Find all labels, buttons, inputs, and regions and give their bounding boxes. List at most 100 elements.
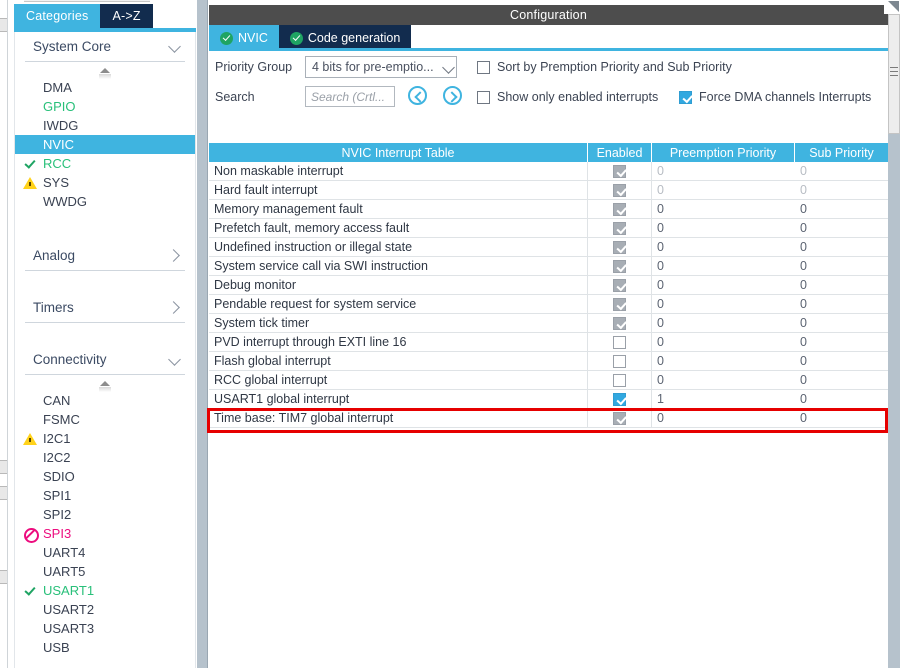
preemption-priority-cell[interactable]: 1: [652, 390, 795, 408]
sidebar-item-usart3[interactable]: USART3: [15, 619, 195, 638]
tree-group-header-connectivity[interactable]: Connectivity: [25, 345, 185, 375]
preemption-priority-cell[interactable]: 0: [652, 181, 795, 199]
table-row[interactable]: System service call via SWI instruction 0…: [209, 257, 888, 276]
table-row[interactable]: Prefetch fault, memory access fault 0 0: [209, 219, 888, 238]
peripheral-tree[interactable]: System Core DMA GPIO IWDG NVIC RCC SYS WWDG Anal…: [14, 32, 196, 668]
tree-group-header-system-core[interactable]: System Core: [25, 32, 185, 62]
table-row[interactable]: RCC global interrupt 0 0: [209, 371, 888, 390]
show-only-enabled-checkbox-row[interactable]: Show only enabled interrupts: [477, 90, 658, 104]
sub-priority-cell[interactable]: 0: [795, 162, 888, 180]
warning-triangle-icon: [23, 176, 37, 190]
enabled-checkbox[interactable]: [613, 354, 626, 368]
sub-priority-cell[interactable]: 0: [795, 314, 888, 332]
table-row[interactable]: Hard fault interrupt 0 0: [209, 181, 888, 200]
force-dma-checkbox[interactable]: [679, 90, 692, 104]
sub-priority-cell[interactable]: 0: [795, 181, 888, 199]
table-row[interactable]: Memory management fault 0 0: [209, 200, 888, 219]
sub-priority-cell[interactable]: 0: [795, 371, 888, 389]
sub-priority-cell[interactable]: 0: [795, 295, 888, 313]
preemption-priority-cell[interactable]: 0: [652, 238, 795, 256]
preemption-priority-cell[interactable]: 0: [652, 295, 795, 313]
vertical-scrollbar[interactable]: [888, 14, 900, 134]
table-column-header-nvic-interrupt-table[interactable]: NVIC Interrupt Table: [209, 143, 588, 162]
table-column-header-sub-priority[interactable]: Sub Priority: [795, 143, 888, 162]
preemption-priority-cell[interactable]: 0: [652, 314, 795, 332]
tree-scroll-up-indicator[interactable]: [15, 62, 195, 79]
sidebar-item-usb[interactable]: USB: [15, 638, 195, 657]
table-row[interactable]: USART1 global interrupt 1 0: [209, 390, 888, 409]
chevron-left-circle-icon[interactable]: [408, 86, 427, 105]
table-row[interactable]: Pendable request for system service 0 0: [209, 295, 888, 314]
chevron-right-circle-icon[interactable]: [443, 86, 462, 105]
table-row[interactable]: Time base: TIM7 global interrupt 0 0: [209, 409, 888, 428]
search-input[interactable]: Search (Crtl...: [305, 86, 395, 107]
sidebar-item-usart2[interactable]: USART2: [15, 600, 195, 619]
sort-by-priority-checkbox[interactable]: [477, 60, 490, 74]
table-column-header-enabled[interactable]: Enabled: [588, 143, 652, 162]
sub-priority-cell[interactable]: 0: [795, 390, 888, 408]
preemption-priority-cell[interactable]: 0: [652, 200, 795, 218]
force-dma-checkbox-row[interactable]: Force DMA channels Interrupts: [679, 90, 871, 104]
tree-group-header-timers[interactable]: Timers: [25, 293, 185, 323]
sidebar-item-uart5[interactable]: UART5: [15, 562, 195, 581]
enabled-checkbox[interactable]: [613, 335, 626, 349]
sub-priority-cell[interactable]: 0: [795, 352, 888, 370]
panel-splitter[interactable]: [196, 0, 208, 668]
preemption-priority-cell[interactable]: 0: [652, 371, 795, 389]
show-only-enabled-checkbox[interactable]: [477, 90, 490, 104]
interrupt-name-cell: Time base: TIM7 global interrupt: [209, 409, 588, 427]
sub-priority-cell[interactable]: 0: [795, 409, 888, 427]
sub-priority-cell[interactable]: 0: [795, 200, 888, 218]
sidebar-item-can[interactable]: CAN: [15, 391, 195, 410]
sub-priority-cell[interactable]: 0: [795, 238, 888, 256]
interrupt-name-cell: Memory management fault: [209, 200, 588, 218]
sort-by-priority-checkbox-row[interactable]: Sort by Premption Priority and Sub Prior…: [477, 60, 732, 74]
preemption-priority-cell[interactable]: 0: [652, 219, 795, 237]
sidebar-item-nvic[interactable]: NVIC: [15, 135, 195, 154]
priority-group-select[interactable]: 4 bits for pre-emptio...: [305, 56, 457, 78]
show-only-enabled-label: Show only enabled interrupts: [497, 90, 659, 104]
table-row[interactable]: Flash global interrupt 0 0: [209, 352, 888, 371]
sub-priority-cell[interactable]: 0: [795, 276, 888, 294]
sub-priority-cell[interactable]: 0: [795, 219, 888, 237]
sidebar-item-sdio[interactable]: SDIO: [15, 467, 195, 486]
sidebar-item-iwdg[interactable]: IWDG: [15, 116, 195, 135]
sidebar-item-sys[interactable]: SYS: [15, 173, 195, 192]
table-column-header-preemption-priority[interactable]: Preemption Priority: [652, 143, 795, 162]
sidebar-item-gpio[interactable]: GPIO: [15, 97, 195, 116]
table-row[interactable]: Debug monitor 0 0: [209, 276, 888, 295]
preemption-priority-cell[interactable]: 0: [652, 352, 795, 370]
preemption-priority-cell[interactable]: 0: [652, 276, 795, 294]
sidebar-item-rcc[interactable]: RCC: [15, 154, 195, 173]
preemption-priority-cell[interactable]: 0: [652, 333, 795, 351]
sidebar-item-uart4[interactable]: UART4: [15, 543, 195, 562]
enabled-cell: [588, 390, 652, 408]
sidebar-item-dma[interactable]: DMA: [15, 78, 195, 97]
sub-priority-cell[interactable]: 0: [795, 257, 888, 275]
tab-a-to-z[interactable]: A->Z: [100, 4, 153, 28]
tab-categories[interactable]: Categories: [14, 4, 101, 28]
preemption-priority-cell[interactable]: 0: [652, 257, 795, 275]
table-body[interactable]: Non maskable interrupt 0 0 Hard fault inter…: [209, 162, 888, 428]
enabled-checkbox[interactable]: [613, 373, 626, 387]
table-row[interactable]: System tick timer 0 0: [209, 314, 888, 333]
preemption-priority-cell[interactable]: 0: [652, 162, 795, 180]
sidebar-item-spi3[interactable]: SPI3: [15, 524, 195, 543]
table-row[interactable]: Undefined instruction or illegal state 0 0: [209, 238, 888, 257]
tree-group-label: System Core: [33, 39, 112, 54]
enabled-checkbox[interactable]: [613, 392, 626, 406]
sidebar-item-spi1[interactable]: SPI1: [15, 486, 195, 505]
sidebar-item-fsmc[interactable]: FSMC: [15, 410, 195, 429]
preemption-priority-cell[interactable]: 0: [652, 409, 795, 427]
sidebar-item-wwdg[interactable]: WWDG: [15, 192, 195, 211]
sub-priority-cell[interactable]: 0: [795, 333, 888, 351]
sidebar-item-usart1[interactable]: USART1: [15, 581, 195, 600]
left-edge-scroll-strip[interactable]: [0, 0, 8, 668]
sidebar-item-i2c1[interactable]: I2C1: [15, 429, 195, 448]
table-row[interactable]: PVD interrupt through EXTI line 16 0 0: [209, 333, 888, 352]
sidebar-item-i2c2[interactable]: I2C2: [15, 448, 195, 467]
tree-group-header-analog[interactable]: Analog: [25, 241, 185, 271]
table-row[interactable]: Non maskable interrupt 0 0: [209, 162, 888, 181]
sidebar-item-spi2[interactable]: SPI2: [15, 505, 195, 524]
tree-scroll-up-indicator[interactable]: [15, 375, 195, 392]
